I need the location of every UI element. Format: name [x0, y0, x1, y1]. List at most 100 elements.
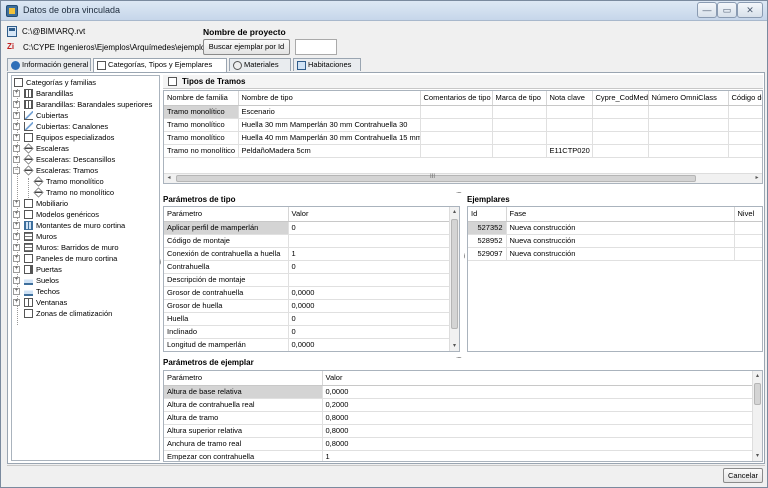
table-row[interactable]: Contrahuella 0 — [164, 260, 450, 274]
expand-icon[interactable]: + — [13, 233, 20, 240]
table-row[interactable]: Tramo monolítico Huella 30 mm Mamperlán … — [164, 118, 762, 132]
table-cell[interactable] — [492, 105, 547, 119]
collapse-icon[interactable]: − — [13, 167, 20, 174]
param-name[interactable]: Grosor de contrahuella — [164, 286, 289, 300]
category-tree[interactable]: Categorías y familias + Barandillas + Ba… — [11, 75, 160, 461]
param-value[interactable]: 0,2000 — [322, 398, 753, 412]
tramos-hscrollbar[interactable]: ◂ III ▸ — [164, 173, 762, 183]
param-value[interactable]: 1 — [288, 247, 450, 261]
column-header[interactable]: Cypre_CodMed — [592, 91, 649, 106]
scroll-thumb[interactable] — [451, 219, 458, 329]
table-cell[interactable] — [728, 105, 762, 119]
expand-icon[interactable]: + — [13, 266, 20, 273]
expand-icon[interactable]: + — [13, 101, 20, 108]
table-cell[interactable] — [492, 131, 547, 145]
table-cell[interactable]: PeldañoMadera 5cm — [238, 144, 421, 158]
expand-icon[interactable]: + — [13, 200, 20, 207]
table-cell[interactable] — [592, 131, 649, 145]
param-value[interactable]: 0,0000 — [288, 338, 450, 351]
table-row[interactable]: Descripción de montaje — [164, 273, 450, 287]
instance-phase[interactable]: Nueva construcción — [506, 247, 735, 261]
column-header[interactable]: Comentarios de tipo — [420, 91, 493, 106]
table-cell[interactable] — [648, 144, 729, 158]
column-header[interactable]: Parámetro — [164, 207, 289, 222]
param-name[interactable]: Empezar con contrahuella — [164, 450, 323, 461]
expand-icon[interactable]: + — [13, 156, 20, 163]
param-name[interactable]: Conexión de contrahuella a huella — [164, 247, 289, 261]
scroll-left-icon[interactable]: ◂ — [164, 174, 174, 183]
scroll-down-icon[interactable]: ▾ — [753, 451, 762, 461]
table-row[interactable]: Conexión de contrahuella a huella 1 — [164, 247, 450, 261]
param-value[interactable]: 0,8000 — [322, 437, 753, 451]
column-header[interactable]: Código de m — [728, 91, 762, 106]
column-header[interactable]: Número OmniClass — [648, 91, 729, 106]
param-name[interactable]: Código de montaje — [164, 234, 289, 248]
param-name[interactable]: Altura de base relativa — [164, 385, 323, 399]
column-header[interactable]: Parámetro — [164, 371, 323, 386]
table-row[interactable]: Altura de tramo 0,8000 — [164, 411, 753, 425]
table-cell[interactable]: Escenario — [238, 105, 421, 119]
param-name[interactable]: Altura de contrahuella real — [164, 398, 323, 412]
scroll-thumb[interactable] — [754, 383, 761, 405]
param-name[interactable]: Altura de tramo — [164, 411, 323, 425]
param-value[interactable]: 0 — [288, 221, 450, 235]
param-value[interactable]: 0 — [288, 260, 450, 274]
scroll-up-icon[interactable]: ▴ — [753, 371, 762, 381]
instance-phase[interactable]: Nueva construcción — [506, 234, 735, 248]
param-name[interactable]: Anchura de tramo real — [164, 437, 323, 451]
cancel-button[interactable]: Cancelar — [723, 468, 763, 483]
table-row[interactable]: 528952 Nueva construcción — [468, 234, 762, 248]
scroll-thumb[interactable] — [176, 175, 696, 182]
type-params-vscrollbar[interactable]: ▴ ▾ — [449, 207, 459, 351]
tab-categories[interactable]: Categorías, Tipos y Ejemplares — [93, 58, 227, 72]
table-row[interactable]: 529097 Nueva construcción — [468, 247, 762, 261]
table-row[interactable]: Tramo no monolítico PeldañoMadera 5cm E1… — [164, 144, 762, 158]
instance-level[interactable] — [734, 247, 762, 261]
expand-icon[interactable]: + — [13, 211, 20, 218]
table-cell[interactable] — [648, 118, 729, 132]
instance-level[interactable] — [734, 234, 762, 248]
param-name[interactable]: Descripción de montaje — [164, 273, 289, 287]
table-row[interactable]: Altura de contrahuella real 0,2000 — [164, 398, 753, 412]
param-name[interactable]: Grosor de huella — [164, 299, 289, 313]
table-cell[interactable] — [648, 131, 729, 145]
param-value[interactable]: 0,0000 — [322, 385, 753, 399]
table-row[interactable]: Altura de base relativa 0,0000 — [164, 385, 753, 399]
table-cell[interactable]: Huella 40 mm Mamperlán 30 mm Contrahuell… — [238, 131, 421, 145]
table-cell[interactable] — [420, 131, 493, 145]
param-name[interactable]: Longitud de mamperlán — [164, 338, 289, 351]
table-cell[interactable] — [420, 118, 493, 132]
table-cell[interactable] — [728, 131, 762, 145]
tramos-table[interactable]: Nombre de familia Nombre de tipo Comenta… — [163, 90, 763, 184]
param-value[interactable]: 0,0000 — [288, 299, 450, 313]
table-cell[interactable] — [420, 105, 493, 119]
instance-params-vscrollbar[interactable]: ▴ ▾ — [752, 371, 762, 461]
instance-id[interactable]: 529097 — [468, 247, 507, 261]
param-value[interactable]: 0,8000 — [322, 411, 753, 425]
table-row[interactable]: Longitud de mamperlán 0,0000 — [164, 338, 450, 351]
expand-icon[interactable]: + — [13, 90, 20, 97]
find-instance-input[interactable] — [295, 39, 337, 55]
expand-icon[interactable]: + — [13, 277, 20, 284]
table-row[interactable]: Grosor de huella 0,0000 — [164, 299, 450, 313]
column-header[interactable]: Nota clave — [546, 91, 593, 106]
table-row[interactable]: Anchura de tramo real 0,8000 — [164, 437, 753, 451]
table-cell[interactable] — [592, 144, 649, 158]
instance-id[interactable]: 528952 — [468, 234, 507, 248]
expand-icon[interactable]: + — [13, 112, 20, 119]
param-value[interactable]: 0 — [288, 312, 450, 326]
table-row[interactable]: Aplicar perfil de mamperlán 0 — [164, 221, 450, 235]
minimize-button[interactable]: — — [697, 2, 717, 18]
expand-icon[interactable]: + — [13, 244, 20, 251]
find-instance-button[interactable]: Buscar ejemplar por Id — [203, 39, 290, 55]
param-name[interactable]: Aplicar perfil de mamperlán — [164, 221, 289, 235]
param-value[interactable]: 1 — [322, 450, 753, 461]
expand-icon[interactable]: + — [13, 299, 20, 306]
param-name[interactable]: Altura superior relativa — [164, 424, 323, 438]
param-value[interactable] — [288, 234, 450, 248]
expand-icon[interactable]: + — [13, 288, 20, 295]
param-value[interactable]: 0,8000 — [322, 424, 753, 438]
scroll-up-icon[interactable]: ▴ — [450, 207, 459, 217]
instance-level[interactable] — [734, 221, 762, 235]
table-cell[interactable] — [492, 144, 547, 158]
